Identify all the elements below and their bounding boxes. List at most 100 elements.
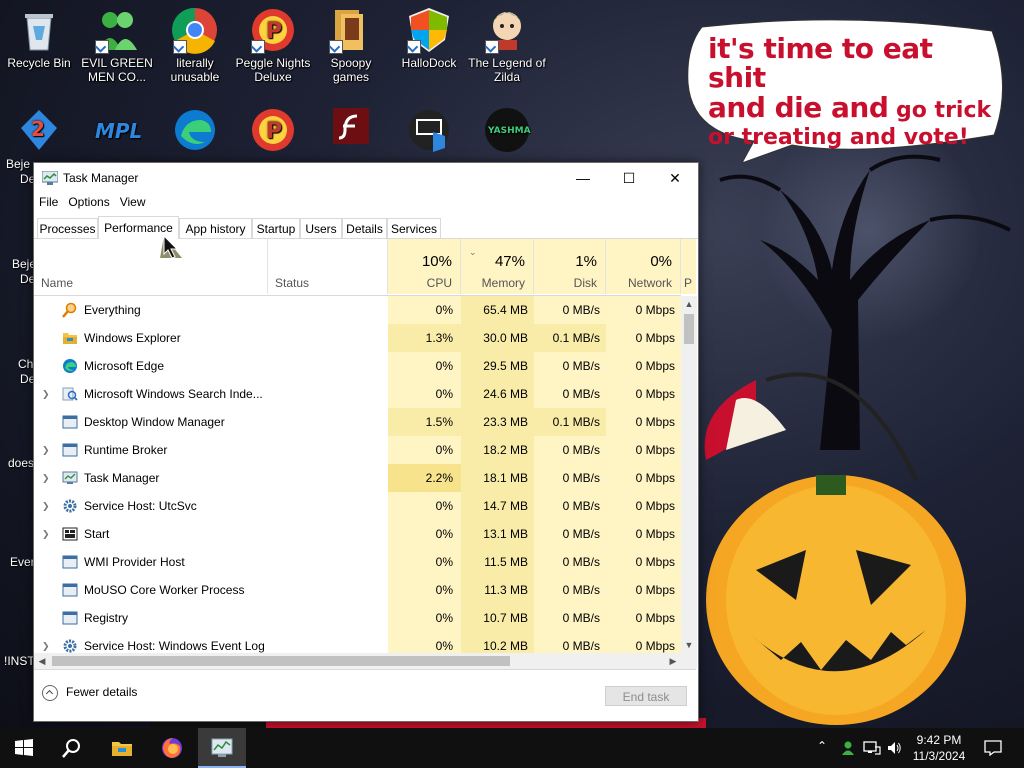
process-row[interactable]: ❯ Runtime Broker 18.2 MB 0 MB/s 0 Mbps 0% [34, 436, 681, 464]
column-cpu[interactable]: 10% CPU [388, 239, 461, 294]
column-name[interactable]: Name [34, 239, 268, 294]
process-row[interactable]: ❯ Service Host: UtcSvc 14.7 MB 0 MB/s 0 Mbps… [34, 492, 681, 520]
process-row[interactable]: Desktop Window Manager 23.3 MB 0.1 MB/s 0 M… [34, 408, 681, 436]
process-name: MoUSO Core Worker Process [84, 583, 245, 597]
process-disk: 0 MB/s [562, 527, 600, 541]
process-memory: 14.7 MB [483, 499, 528, 513]
column-status[interactable]: Status [268, 239, 388, 294]
desktop-icon-legend-of-zilda[interactable]: The Legend of Zilda [468, 6, 546, 84]
tab-processes[interactable]: Processes [37, 218, 98, 238]
partial-label: does [8, 456, 35, 470]
tab-services[interactable]: Services [387, 218, 441, 238]
action-center-button[interactable] [980, 728, 1006, 768]
column-power-partial[interactable]: P [681, 239, 696, 294]
scroll-left-icon[interactable]: ◀ [34, 653, 50, 669]
tab-app-history[interactable]: App history [179, 218, 252, 238]
taskbar-task-manager[interactable] [198, 728, 246, 768]
folder-icon [327, 6, 375, 54]
file-explorer-icon [112, 742, 132, 756]
column-network[interactable]: 0% Network [606, 239, 681, 294]
memory-label: Memory [481, 276, 525, 290]
menu-file[interactable]: File [34, 193, 63, 211]
tab-startup[interactable]: Startup [252, 218, 300, 238]
column-disk[interactable]: 1% Disk [534, 239, 606, 294]
process-row[interactable]: ❯ Service Host: Windows Event Log 10.2 MB 0… [34, 632, 681, 653]
menu-view[interactable]: View [115, 193, 151, 211]
process-memory: 29.5 MB [483, 359, 528, 373]
end-task-button[interactable]: End task [605, 686, 687, 706]
process-row[interactable]: Microsoft Edge 29.5 MB 0 MB/s 0 Mbps 0% [34, 352, 681, 380]
process-row[interactable]: Windows Explorer 30.0 MB 0.1 MB/s 0 Mbps 1.3… [34, 324, 681, 352]
desktop-icon-flash[interactable] [312, 106, 390, 156]
close-button[interactable]: ✕ [652, 163, 698, 193]
desktop-icon-yashma[interactable]: YASHMA [468, 106, 546, 156]
search-button[interactable] [48, 728, 96, 768]
process-name: Service Host: Windows Event Log [84, 639, 265, 653]
desktop-icon-rdp[interactable] [390, 106, 468, 156]
desktop-icon-peggle[interactable]: P Peggle Nights Deluxe [234, 6, 312, 84]
hscroll-thumb[interactable] [52, 656, 510, 666]
process-memory: 13.1 MB [483, 527, 528, 541]
desktop-icon-peggle-2[interactable]: P [234, 106, 312, 156]
desktop-icon-edge[interactable] [156, 106, 234, 156]
desktop-icon-hallodock[interactable]: HalloDock [390, 6, 468, 70]
tray-volume[interactable] [884, 728, 904, 768]
process-network: 0 Mbps [635, 583, 675, 597]
desktop-icon-bejeweled[interactable]: 2 [0, 106, 78, 156]
taskbar-firefox[interactable] [148, 728, 196, 768]
scroll-up-icon[interactable]: ▲ [681, 296, 697, 312]
process-name: Service Host: UtcSvc [84, 499, 197, 513]
clock[interactable]: 9:42 PM 11/3/2024 [906, 732, 972, 764]
process-cpu: 2.2% [425, 471, 453, 485]
desktop-icon-recycle-bin[interactable]: Recycle Bin [0, 6, 78, 70]
fewer-details-button[interactable]: Fewer details [42, 685, 137, 701]
process-row[interactable]: ❯ Microsoft Windows Search Inde... 24.6 MB… [34, 380, 681, 408]
tab-users[interactable]: Users [300, 218, 342, 238]
desktop-icon-literally-unusable[interactable]: literally unusable [156, 6, 234, 84]
horizontal-scrollbar[interactable]: ◀ ▶ [34, 653, 681, 669]
tray-overflow-button[interactable]: ⌃ [814, 728, 832, 768]
volume-icon [888, 742, 901, 754]
process-network: 0 Mbps [635, 359, 675, 373]
footer: Fewer details End task [34, 669, 696, 720]
partial-label: Ch [18, 357, 34, 371]
tray-network[interactable] [860, 728, 882, 768]
start-button[interactable] [0, 728, 48, 768]
task-manager-window[interactable]: Task Manager — ☐ ✕ File Options View Proce… [33, 162, 699, 722]
process-row[interactable]: Everything 65.4 MB 0 MB/s 0 Mbps 0% [34, 296, 681, 324]
menu-options[interactable]: Options [63, 193, 114, 211]
tray-people[interactable] [838, 728, 856, 768]
process-row[interactable]: MoUSO Core Worker Process 11.3 MB 0 MB/s 0 … [34, 576, 681, 604]
svg-text:P: P [266, 19, 282, 44]
scroll-thumb[interactable] [684, 314, 694, 344]
clock-time: 9:42 PM [916, 733, 962, 747]
speech-line-2b: go trick [888, 97, 992, 123]
vertical-scrollbar[interactable]: ▲ ▼ [681, 296, 697, 653]
process-name: Everything [84, 303, 141, 317]
scroll-down-icon[interactable]: ▼ [681, 637, 697, 653]
desktop-icon-spoopy-games[interactable]: Spoopy games [312, 6, 390, 84]
network-label: Network [627, 276, 672, 290]
process-network: 0 Mbps [635, 471, 675, 485]
svg-text:P: P [266, 119, 282, 144]
yashma-icon: YASHMA [483, 106, 531, 154]
column-memory[interactable]: ⌄ 47% Memory [461, 239, 534, 294]
taskbar-file-explorer[interactable] [98, 728, 146, 768]
pumpkin-bucket-icon [704, 372, 966, 725]
desktop-icon-evil-green-men[interactable]: EVIL GREEN MEN CO... [78, 6, 156, 84]
minimize-button[interactable]: — [560, 163, 606, 193]
desktop-icon-mpl[interactable]: MPL [78, 106, 156, 156]
tab-details[interactable]: Details [342, 218, 387, 238]
scroll-right-icon[interactable]: ▶ [665, 653, 681, 669]
process-name: Desktop Window Manager [84, 415, 225, 429]
process-name: Microsoft Windows Search Inde... [84, 387, 263, 401]
maximize-button[interactable]: ☐ [606, 163, 652, 193]
process-row[interactable]: Registry 10.7 MB 0 MB/s 0 Mbps 0% [34, 604, 681, 632]
process-memory: 18.2 MB [483, 443, 528, 457]
process-list[interactable]: Everything 65.4 MB 0 MB/s 0 Mbps 0% Windows E… [34, 296, 681, 653]
process-row[interactable]: ❯ Task Manager 18.1 MB 0 MB/s 0 Mbps 2.2% [34, 464, 681, 492]
process-row[interactable]: ❯ Start 13.1 MB 0 MB/s 0 Mbps 0% [34, 520, 681, 548]
process-row[interactable]: WMI Provider Host 11.5 MB 0 MB/s 0 Mbps 0% [34, 548, 681, 576]
bejeweled-icon: 2 [15, 106, 63, 154]
title-bar[interactable]: Task Manager — ☐ ✕ [34, 163, 698, 193]
